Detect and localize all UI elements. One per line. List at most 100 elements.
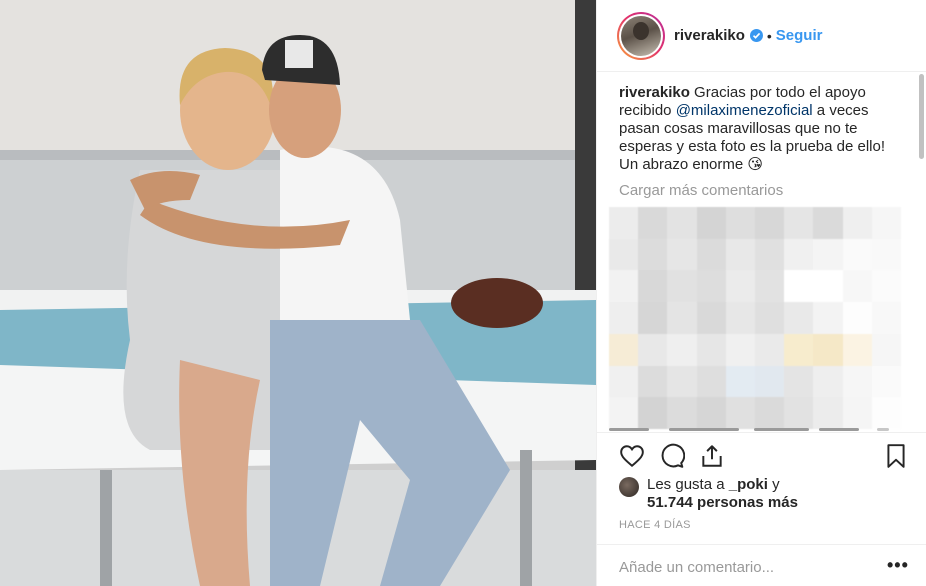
- pixelated-comments-area: [609, 207, 901, 429]
- pixel-block: [609, 207, 639, 239]
- pixel-block: [725, 333, 755, 366]
- kiss-emoji: 😘: [747, 156, 764, 173]
- pixel-block: [813, 365, 843, 398]
- pixel-block: [696, 238, 726, 271]
- pixel-block: [871, 207, 901, 239]
- pixel-block: [667, 270, 697, 303]
- comments-scrollbar[interactable]: [919, 74, 924, 159]
- pixel-block: [725, 207, 755, 239]
- pixel-block: [784, 397, 814, 429]
- pixel-block: [609, 270, 639, 303]
- pixel-block: [638, 207, 668, 239]
- post-photo-illustration: [0, 0, 596, 586]
- pixel-block: [609, 302, 639, 334]
- pixel-block: [696, 270, 726, 303]
- pixel-block: [871, 333, 901, 366]
- pixel-block: [871, 238, 901, 271]
- likes-prefix: Les gusta a: [647, 476, 729, 493]
- pixel-block: [784, 270, 814, 303]
- pixel-block: [609, 365, 639, 398]
- pixel-block: [842, 238, 872, 271]
- pixel-block: [638, 333, 668, 366]
- pixel-block: [696, 365, 726, 398]
- pixel-block: [755, 397, 785, 429]
- pixel-block: [667, 397, 697, 429]
- pixel-block: [667, 302, 697, 334]
- post-photo[interactable]: [0, 0, 596, 586]
- add-comment-input[interactable]: Añade un comentario...: [619, 559, 774, 576]
- pixel-block: [842, 365, 872, 398]
- liker-avatar[interactable]: [619, 477, 639, 497]
- liker-username[interactable]: _poki: [729, 476, 768, 493]
- pixel-block: [755, 207, 785, 239]
- share-icon[interactable]: [699, 443, 725, 469]
- pixel-block: [755, 270, 785, 303]
- likes-suffix: y: [767, 476, 780, 493]
- pixel-block: [813, 302, 843, 334]
- pixel-block: [842, 333, 872, 366]
- pixel-block: [638, 302, 668, 334]
- pixel-block: [609, 397, 639, 429]
- pixel-block: [755, 238, 785, 271]
- post-header: riverakiko • Seguir: [597, 0, 926, 72]
- pixel-block: [696, 333, 726, 366]
- load-more-comments-button[interactable]: Cargar más comentarios: [619, 182, 783, 199]
- pixel-block: [609, 238, 639, 271]
- action-bar: [597, 432, 926, 476]
- pixel-block: [667, 207, 697, 239]
- pixel-block: [638, 238, 668, 271]
- pixel-block: [638, 270, 668, 303]
- pixel-block: [638, 365, 668, 398]
- pixel-block: [667, 333, 697, 366]
- pixel-block: [696, 207, 726, 239]
- pixel-block: [813, 207, 843, 239]
- pixel-block: [813, 270, 843, 303]
- bookmark-icon[interactable]: [883, 443, 909, 469]
- pixel-block: [813, 397, 843, 429]
- header-separator: •: [766, 27, 772, 44]
- pixel-block: [784, 333, 814, 366]
- follow-button[interactable]: Seguir: [776, 27, 823, 44]
- caption-mention-link[interactable]: @milaximenezoficial: [676, 102, 813, 119]
- post-timestamp[interactable]: HACE 4 DÍAS: [619, 519, 691, 531]
- more-options-icon[interactable]: •••: [887, 555, 909, 576]
- pixel-block: [667, 238, 697, 271]
- pixel-block: [842, 270, 872, 303]
- heart-icon[interactable]: [619, 443, 645, 469]
- pixel-block: [871, 270, 901, 303]
- pixel-block: [638, 397, 668, 429]
- pixel-block: [784, 207, 814, 239]
- pixel-block: [784, 302, 814, 334]
- pixel-block: [871, 397, 901, 429]
- pixel-block: [871, 365, 901, 398]
- pixel-block: [784, 365, 814, 398]
- pixel-block: [725, 302, 755, 334]
- pixel-block: [725, 270, 755, 303]
- pixel-block: [755, 365, 785, 398]
- author-avatar[interactable]: [617, 11, 665, 60]
- likes-line-1: Les gusta a _poki y: [647, 476, 780, 494]
- pixel-block: [842, 302, 872, 334]
- pixel-block: [725, 365, 755, 398]
- pixel-block: [813, 333, 843, 366]
- add-comment-bar: Añade un comentario... •••: [597, 544, 926, 586]
- comment-icon[interactable]: [659, 443, 685, 469]
- pixel-block: [755, 302, 785, 334]
- post-caption: riverakiko Gracias por todo el apoyo rec…: [619, 84, 889, 174]
- verified-badge-icon: [749, 29, 763, 42]
- pixel-block: [842, 207, 872, 239]
- pixel-block: [755, 333, 785, 366]
- author-username[interactable]: riverakiko: [674, 27, 745, 44]
- caption-username[interactable]: riverakiko: [619, 84, 690, 101]
- pixel-block: [871, 302, 901, 334]
- post-side-panel: riverakiko • Seguir riverakiko Gracias p…: [596, 0, 926, 586]
- pixel-block: [667, 365, 697, 398]
- likes-count[interactable]: 51.744 personas más: [647, 494, 798, 512]
- pixel-block: [725, 397, 755, 429]
- pixel-block: [696, 302, 726, 334]
- pixel-block: [696, 397, 726, 429]
- pixel-block: [784, 238, 814, 271]
- pixel-block: [813, 238, 843, 271]
- pixel-block: [609, 333, 639, 366]
- pixel-block: [725, 238, 755, 271]
